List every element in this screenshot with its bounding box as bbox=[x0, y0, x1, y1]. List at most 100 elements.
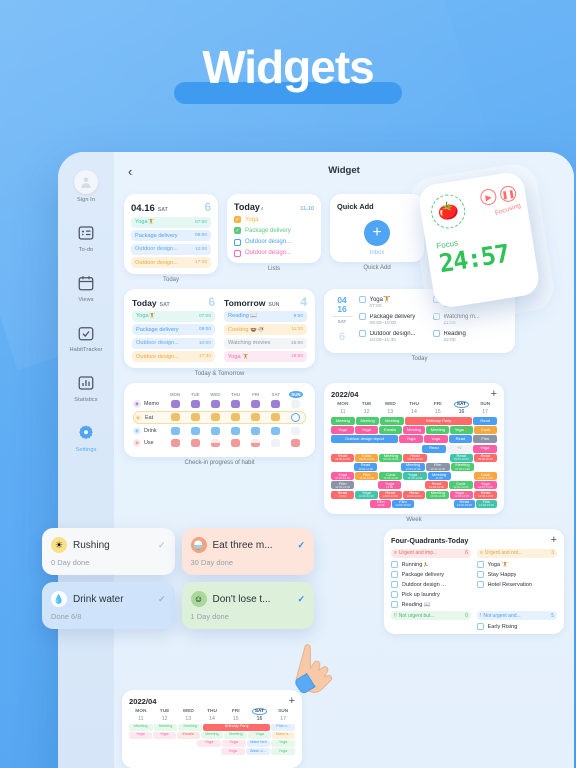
sidebar-item-statistics[interactable]: Statistics bbox=[58, 372, 114, 403]
habit-cell[interactable] bbox=[205, 400, 225, 408]
event-chip[interactable]: Film 14:00-15:00 bbox=[475, 499, 497, 508]
habit-card[interactable]: 💧 Drink water ✓ Done 6/8 bbox=[42, 582, 175, 629]
plus-icon[interactable]: + bbox=[364, 220, 390, 246]
week-dow[interactable]: THU bbox=[402, 402, 426, 407]
habit-cell[interactable] bbox=[225, 438, 245, 447]
checkbox[interactable] bbox=[477, 571, 484, 579]
event-chip[interactable]: Cook bbox=[474, 426, 498, 435]
fq-header[interactable]: ! Not urgent and... 5 bbox=[477, 611, 557, 621]
checkbox[interactable] bbox=[477, 623, 484, 631]
week-dow[interactable]: MON bbox=[331, 402, 355, 407]
checkbox[interactable] bbox=[359, 330, 366, 337]
event-chip[interactable]: Read 10:00-11:00 bbox=[353, 462, 378, 471]
botcal-num[interactable]: 16 bbox=[248, 716, 272, 722]
fq-item[interactable]: Pick up laundry bbox=[391, 591, 471, 599]
event-chip[interactable]: Read 13:40 bbox=[331, 490, 354, 499]
checkbox[interactable] bbox=[391, 601, 398, 609]
fq-header[interactable]: ≡ Urgent and imp... 6 bbox=[391, 548, 471, 559]
event-chip[interactable]: Yoga 13:00-14:00 bbox=[354, 490, 378, 499]
widget-quick-add[interactable]: Quick Add + Inbox bbox=[330, 194, 424, 262]
task-row[interactable]: Package delivery 09:00 bbox=[132, 324, 215, 335]
event-chip[interactable]: Meeting bbox=[153, 723, 178, 731]
week-dow[interactable]: WED bbox=[378, 402, 402, 407]
event-chip[interactable]: Yoga 11:00-12:00 bbox=[331, 472, 355, 481]
list-item[interactable]: Outdoor design... bbox=[234, 238, 314, 246]
week-dow[interactable]: SAT bbox=[450, 401, 474, 408]
habit-cell[interactable] bbox=[166, 413, 186, 422]
plus-icon[interactable]: + bbox=[491, 388, 497, 399]
habit-cell[interactable] bbox=[225, 427, 245, 436]
event-chip[interactable]: Meeting bbox=[224, 731, 248, 739]
habit-cell[interactable] bbox=[165, 427, 185, 436]
checkbox[interactable]: ✓ bbox=[234, 227, 241, 235]
habit-cell[interactable] bbox=[286, 438, 306, 447]
botcal-dow[interactable]: WED bbox=[176, 709, 200, 714]
event-chip[interactable]: Meeting 10:00-11:00 bbox=[401, 462, 425, 471]
event-chip[interactable]: Yoga bbox=[270, 748, 295, 756]
habit-cell[interactable] bbox=[205, 438, 225, 447]
event-chip[interactable]: Yoga bbox=[354, 426, 378, 435]
fq-item[interactable]: Hotel Reservation bbox=[477, 581, 557, 589]
week-num[interactable]: 16 bbox=[450, 409, 474, 415]
task-row[interactable]: Outdoor design... 17:30 bbox=[131, 257, 211, 268]
event-chip[interactable]: Read bbox=[421, 444, 447, 453]
habit-cell[interactable] bbox=[266, 427, 286, 436]
habit-cell[interactable] bbox=[226, 413, 246, 422]
event-chip[interactable]: Meeting 10:00-11:00 bbox=[450, 462, 475, 471]
check-icon[interactable]: ✓ bbox=[297, 540, 305, 551]
habit-cell[interactable] bbox=[186, 413, 206, 422]
task-item[interactable]: Yoga🏋 07:00 bbox=[359, 296, 433, 309]
event-chip[interactable]: Film 10:00-11:00 bbox=[425, 462, 450, 471]
event-chip[interactable]: Read 14:00-15:00 bbox=[453, 499, 475, 508]
event-chip[interactable]: Read 12:00-13:00 bbox=[424, 481, 449, 490]
event-chip[interactable]: Film 12:00-13:00 bbox=[331, 481, 355, 490]
botcal-dow[interactable]: MON bbox=[129, 709, 153, 714]
event-chip[interactable]: Make bed bbox=[246, 739, 271, 747]
habit-cell[interactable] bbox=[185, 400, 205, 408]
habit-cell[interactable] bbox=[246, 438, 266, 447]
task-row[interactable]: Outdoor design... 10:00 bbox=[131, 243, 211, 255]
checkbox[interactable] bbox=[477, 581, 484, 589]
event-chip[interactable]: Yoga bbox=[271, 739, 296, 747]
event-chip[interactable]: Meeting bbox=[402, 426, 426, 435]
fq-item[interactable]: Early Rising bbox=[477, 623, 557, 631]
week-num[interactable]: 13 bbox=[378, 409, 402, 415]
widget-lists[interactable]: Today 4 11.10 ✓ Yoga ✓ Package delivery Outd… bbox=[227, 194, 321, 263]
fq-header[interactable]: !! Not urgent but... 0 bbox=[391, 611, 471, 621]
event-chip[interactable]: Film bbox=[473, 435, 498, 444]
habit-cell[interactable] bbox=[286, 427, 306, 436]
habit-cell[interactable] bbox=[206, 413, 226, 422]
fq-item[interactable]: Outdoor design ... bbox=[391, 581, 471, 589]
event-chip[interactable]: Read bbox=[473, 417, 498, 425]
event-chip[interactable]: Meeting bbox=[380, 417, 405, 425]
fq-item[interactable]: Stay Happy bbox=[477, 571, 557, 579]
week-num[interactable]: 15 bbox=[426, 409, 450, 415]
event-chip[interactable]: Read 13:00-14:00 bbox=[378, 490, 402, 499]
event-chip[interactable]: Yoga bbox=[331, 426, 354, 435]
task-row[interactable]: Package delivery 09:00 bbox=[131, 230, 211, 241]
widget-pomodoro[interactable]: 🍅 ▶ ❚❚ Focusing Focus 24:57 bbox=[416, 170, 542, 310]
event-chip[interactable]: Read 09:00-10:00 bbox=[449, 453, 473, 462]
event-chip[interactable]: Wash d... bbox=[245, 748, 270, 756]
week-dow[interactable]: FRI bbox=[426, 402, 450, 407]
play-icon[interactable]: ▶ bbox=[479, 187, 498, 207]
habit-row[interactable]: ◉ Use bbox=[133, 438, 306, 447]
event-chip[interactable]: Meeting bbox=[129, 723, 153, 731]
habit-cell[interactable] bbox=[285, 413, 305, 423]
event-chip[interactable]: Yoga bbox=[197, 739, 221, 747]
sidebar-item-habittracker[interactable]: HabitTracker bbox=[58, 322, 114, 353]
habit-cell[interactable] bbox=[185, 427, 205, 436]
habit-cell[interactable] bbox=[246, 400, 266, 408]
event-chip[interactable]: Brithday Party bbox=[203, 723, 271, 731]
list-item[interactable]: ✓ Package delivery bbox=[234, 227, 314, 235]
habit-card[interactable]: ☺ Don't lose t... ✓ 1 Day done bbox=[181, 582, 314, 629]
botcal-num[interactable]: 11 bbox=[129, 716, 153, 722]
habit-cell[interactable] bbox=[205, 427, 225, 436]
event-chip[interactable]: Film 14:20 bbox=[370, 499, 392, 508]
event-chip[interactable]: Yoga bbox=[472, 444, 497, 453]
habit-card[interactable]: ☀ Rushing ✓ 0 Day done bbox=[42, 528, 175, 575]
widget-four-quadrants[interactable]: Four-Quadrants-Today + ≡ Urgent and imp..… bbox=[384, 528, 564, 635]
event-chip[interactable]: Outdoor design report bbox=[331, 435, 399, 444]
habit-row[interactable]: ◉ Eat bbox=[133, 411, 306, 425]
checkbox[interactable] bbox=[234, 249, 241, 257]
